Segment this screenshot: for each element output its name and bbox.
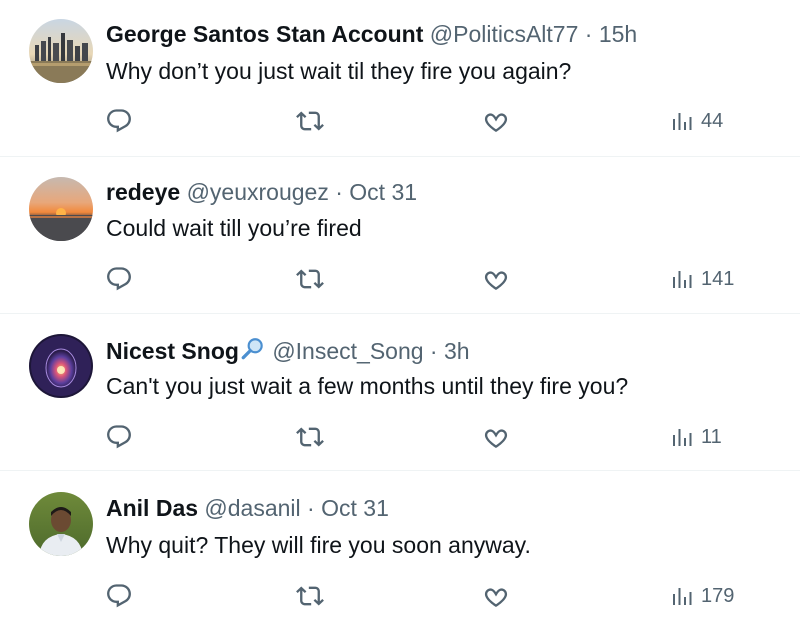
tweet-header: Anil Das @dasanil · Oct 31 — [106, 494, 389, 522]
separator-dot: · — [335, 179, 343, 205]
action-bar: 179 — [0, 580, 800, 612]
retweet-icon — [296, 427, 324, 447]
tweet-header: Nicest Snog @Insect_Song · 3h — [106, 336, 470, 368]
tweet-text: Can't you just wait a few months until t… — [106, 373, 629, 399]
reply-icon — [107, 584, 131, 608]
retweet-button[interactable] — [296, 263, 324, 295]
tweet-header: George Santos Stan Account @PoliticsAlt7… — [106, 20, 637, 48]
avatar[interactable] — [29, 177, 93, 241]
like-button[interactable] — [482, 105, 510, 137]
tweet-text: Why don’t you just wait til they fire yo… — [106, 58, 572, 84]
user-handle[interactable]: @Insect_Song — [272, 338, 423, 364]
views-count: 44 — [701, 109, 724, 132]
heart-icon — [484, 588, 508, 607]
avatar[interactable] — [29, 492, 93, 556]
views-count: 141 — [701, 267, 735, 290]
reply-button[interactable] — [105, 263, 133, 295]
display-name[interactable]: Nicest Snog — [106, 338, 239, 364]
user-handle[interactable]: @yeuxrougez — [187, 179, 329, 205]
timestamp[interactable]: 15h — [599, 21, 637, 47]
reply-button[interactable] — [105, 580, 133, 612]
views-button[interactable]: 179 — [671, 580, 734, 612]
separator-dot: · — [307, 495, 315, 521]
retweet-icon — [296, 111, 324, 131]
retweet-button[interactable] — [296, 580, 324, 612]
separator-dot: · — [429, 338, 438, 364]
views-button[interactable]: 11 — [671, 421, 722, 453]
separator-dot: · — [584, 21, 593, 47]
views-button[interactable]: 141 — [671, 263, 734, 295]
timestamp[interactable]: 3h — [444, 338, 470, 364]
heart-icon — [484, 271, 508, 290]
action-bar: 11 — [0, 421, 800, 453]
tweet-text: Could wait till you’re fired — [106, 215, 362, 241]
timestamp[interactable]: Oct 31 — [349, 179, 417, 205]
tweet-text: Why quit? They will fire you soon anyway… — [106, 532, 531, 558]
display-name[interactable]: Anil Das — [106, 495, 198, 521]
like-button[interactable] — [482, 263, 510, 295]
tweet[interactable]: Anil Das @dasanil · Oct 31 Why quit? The… — [0, 472, 800, 630]
retweet-button[interactable] — [296, 421, 324, 453]
tweet[interactable]: redeye @yeuxrougez · Oct 31 Could wait t… — [0, 157, 800, 314]
tweet-header: redeye @yeuxrougez · Oct 31 — [106, 178, 417, 206]
retweet-icon — [296, 586, 324, 606]
timestamp[interactable]: Oct 31 — [321, 495, 389, 521]
retweet-button[interactable] — [296, 105, 324, 137]
reply-feed: George Santos Stan Account @PoliticsAlt7… — [0, 0, 800, 630]
reply-button[interactable] — [105, 105, 133, 137]
avatar[interactable] — [29, 334, 93, 398]
reply-button[interactable] — [105, 421, 133, 453]
user-handle[interactable]: @dasanil — [204, 495, 300, 521]
display-name[interactable]: George Santos Stan Account — [106, 21, 423, 47]
sunset-avatar — [29, 177, 93, 241]
reply-icon — [107, 425, 131, 449]
tweet[interactable]: George Santos Stan Account @PoliticsAlt7… — [0, 0, 800, 157]
city-skyline-avatar — [29, 19, 93, 83]
views-bar-icon — [673, 113, 692, 130]
person-photo-avatar — [29, 492, 93, 556]
views-bar-icon — [673, 271, 692, 288]
avatar[interactable] — [29, 19, 93, 83]
heart-icon — [484, 113, 508, 132]
like-button[interactable] — [482, 421, 510, 453]
action-bar: 141 — [0, 263, 800, 295]
action-bar: 44 — [0, 105, 800, 137]
views-bar-icon — [673, 429, 692, 446]
views-count: 11 — [701, 425, 722, 448]
cosmic-egg-avatar — [29, 334, 93, 398]
views-bar-icon — [673, 588, 692, 605]
retweet-icon — [296, 269, 324, 289]
heart-icon — [484, 429, 508, 448]
tweet[interactable]: Nicest Snog @Insect_Song · 3h Can't you … — [0, 314, 800, 471]
display-name[interactable]: redeye — [106, 179, 180, 205]
views-button[interactable]: 44 — [671, 105, 723, 137]
tweet-divider — [0, 470, 800, 471]
reply-icon — [107, 109, 131, 133]
views-count: 179 — [701, 584, 735, 607]
reply-icon — [107, 267, 131, 291]
like-button[interactable] — [482, 580, 510, 612]
magnifying-glass-icon — [240, 336, 266, 368]
user-handle[interactable]: @PoliticsAlt77 — [430, 21, 579, 47]
